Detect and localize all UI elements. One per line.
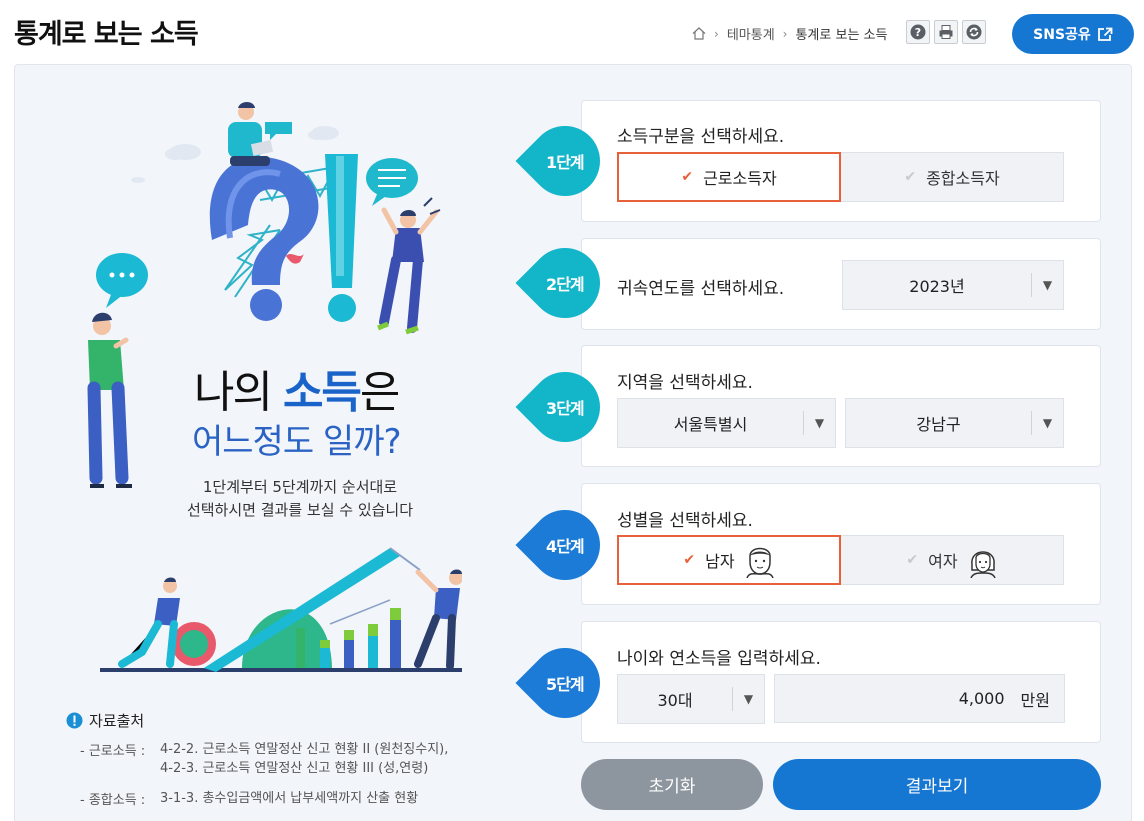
info-icon: [66, 712, 83, 729]
hero-desc-line: 1단계부터 5단계까지 순서대로: [202, 478, 398, 496]
option-label: 여자: [928, 552, 958, 571]
step1-badge-label: 1단계: [546, 152, 584, 172]
option-label: 종합소득자: [926, 169, 1000, 188]
source-line: 3-1-3. 총수입금액에서 납부세액까지 산출 현황: [160, 791, 419, 806]
option-label: 근로소득자: [703, 169, 777, 188]
chevron-down-icon: ▼: [732, 687, 764, 711]
step2-badge-label: 2단계: [546, 274, 584, 294]
check-icon: ✔: [681, 169, 694, 185]
page-title: 통계로 보는 소득: [14, 19, 199, 50]
breadcrumb: › 테마통계 › 통계로 보는 소득: [692, 24, 887, 43]
tool-icons: ?: [906, 20, 986, 44]
source-title: 자료출처: [89, 712, 145, 730]
check-icon: ✔: [683, 552, 696, 568]
step2-question: 귀속연도를 선택하세요.: [617, 279, 785, 299]
source-key: - 종합소득 :: [80, 793, 146, 808]
breadcrumb-current: 통계로 보는 소득: [795, 28, 888, 43]
option-male[interactable]: ✔ 남자: [617, 535, 841, 585]
growth-illustration: [100, 547, 462, 672]
step5-badge-label: 5단계: [546, 674, 584, 694]
svg-text:?: ?: [915, 26, 921, 39]
sns-share-button[interactable]: SNS공유: [1012, 14, 1134, 54]
step1-question: 소득구분을 선택하세요.: [617, 127, 785, 147]
hero-description: 1단계부터 5단계까지 순서대로 선택하시면 결과를 보실 수 있습니다: [150, 476, 450, 522]
option-female[interactable]: ✔ 여자: [840, 535, 1064, 585]
step3-badge-label: 3단계: [546, 398, 584, 418]
option-earned-income[interactable]: ✔ 근로소득자: [617, 152, 841, 202]
female-face-icon: [968, 542, 998, 578]
male-face-icon: [745, 542, 775, 578]
step4-question: 성별을 선택하세요.: [617, 511, 753, 531]
chevron-right-icon: ›: [714, 26, 719, 41]
district-select-value: 강남구: [916, 415, 961, 434]
income-value: 4,000: [958, 689, 1005, 708]
check-icon: ✔: [904, 169, 917, 185]
hero-title-part: 나의: [194, 367, 283, 418]
check-icon: ✔: [906, 552, 919, 568]
income-unit: 만원: [1020, 690, 1050, 710]
year-select-value: 2023년: [909, 277, 965, 296]
chevron-down-icon: ▼: [803, 411, 835, 435]
chevron-down-icon: ▼: [1031, 411, 1063, 435]
hero-title-part: 은: [359, 367, 401, 418]
region-select[interactable]: 서울특별시 ▼: [617, 398, 836, 448]
district-select[interactable]: 강남구 ▼: [845, 398, 1064, 448]
option-comprehensive-income[interactable]: ✔ 종합소득자: [840, 152, 1064, 202]
region-select-value: 서울특별시: [673, 415, 748, 434]
chevron-right-icon: ›: [782, 26, 788, 41]
age-select-value: 30대: [657, 691, 693, 710]
option-label: 남자: [705, 552, 735, 571]
chevron-down-icon: ▼: [1031, 273, 1063, 297]
year-select[interactable]: 2023년 ▼: [842, 260, 1064, 310]
source-key: - 근로소득 :: [80, 744, 146, 759]
step5-question: 나이와 연소득을 입력하세요.: [617, 649, 821, 669]
help-icon[interactable]: ?: [906, 20, 930, 44]
sns-share-label: SNS공유: [1033, 27, 1091, 43]
breadcrumb-item[interactable]: 테마통계: [727, 24, 775, 43]
refresh-icon[interactable]: [962, 20, 986, 44]
view-result-button[interactable]: 결과보기: [773, 759, 1101, 810]
step3-question: 지역을 선택하세요.: [617, 373, 753, 393]
share-icon: [1097, 27, 1113, 42]
age-select[interactable]: 30대 ▼: [617, 674, 765, 724]
source-item: - 근로소득 : 4-2-2. 근로소득 연말정산 신고 현황 II (원천징수…: [80, 740, 448, 778]
hero-title: 나의 소득은: [194, 356, 401, 420]
hero-desc-line: 선택하시면 결과를 보실 수 있습니다: [186, 501, 414, 519]
source-item: - 종합소득 : 3-1-3. 총수입금액에서 납부세액까지 산출 현황: [80, 789, 418, 808]
source-line: 4-2-3. 근로소득 연말정산 신고 현황 III (성,연령): [160, 761, 429, 776]
hero-title-accent: 소득: [282, 367, 362, 418]
home-icon[interactable]: [692, 27, 706, 40]
hero-subtitle: 어느정도 일까?: [192, 422, 402, 462]
income-input[interactable]: 4,000 만원: [774, 674, 1065, 723]
source-heading: 자료출처: [66, 710, 144, 731]
step4-badge-label: 4단계: [546, 536, 584, 556]
reset-button[interactable]: 초기화: [581, 759, 763, 810]
source-line: 4-2-2. 근로소득 연말정산 신고 현황 II (원천징수지),: [160, 742, 449, 757]
print-icon[interactable]: [934, 20, 958, 44]
